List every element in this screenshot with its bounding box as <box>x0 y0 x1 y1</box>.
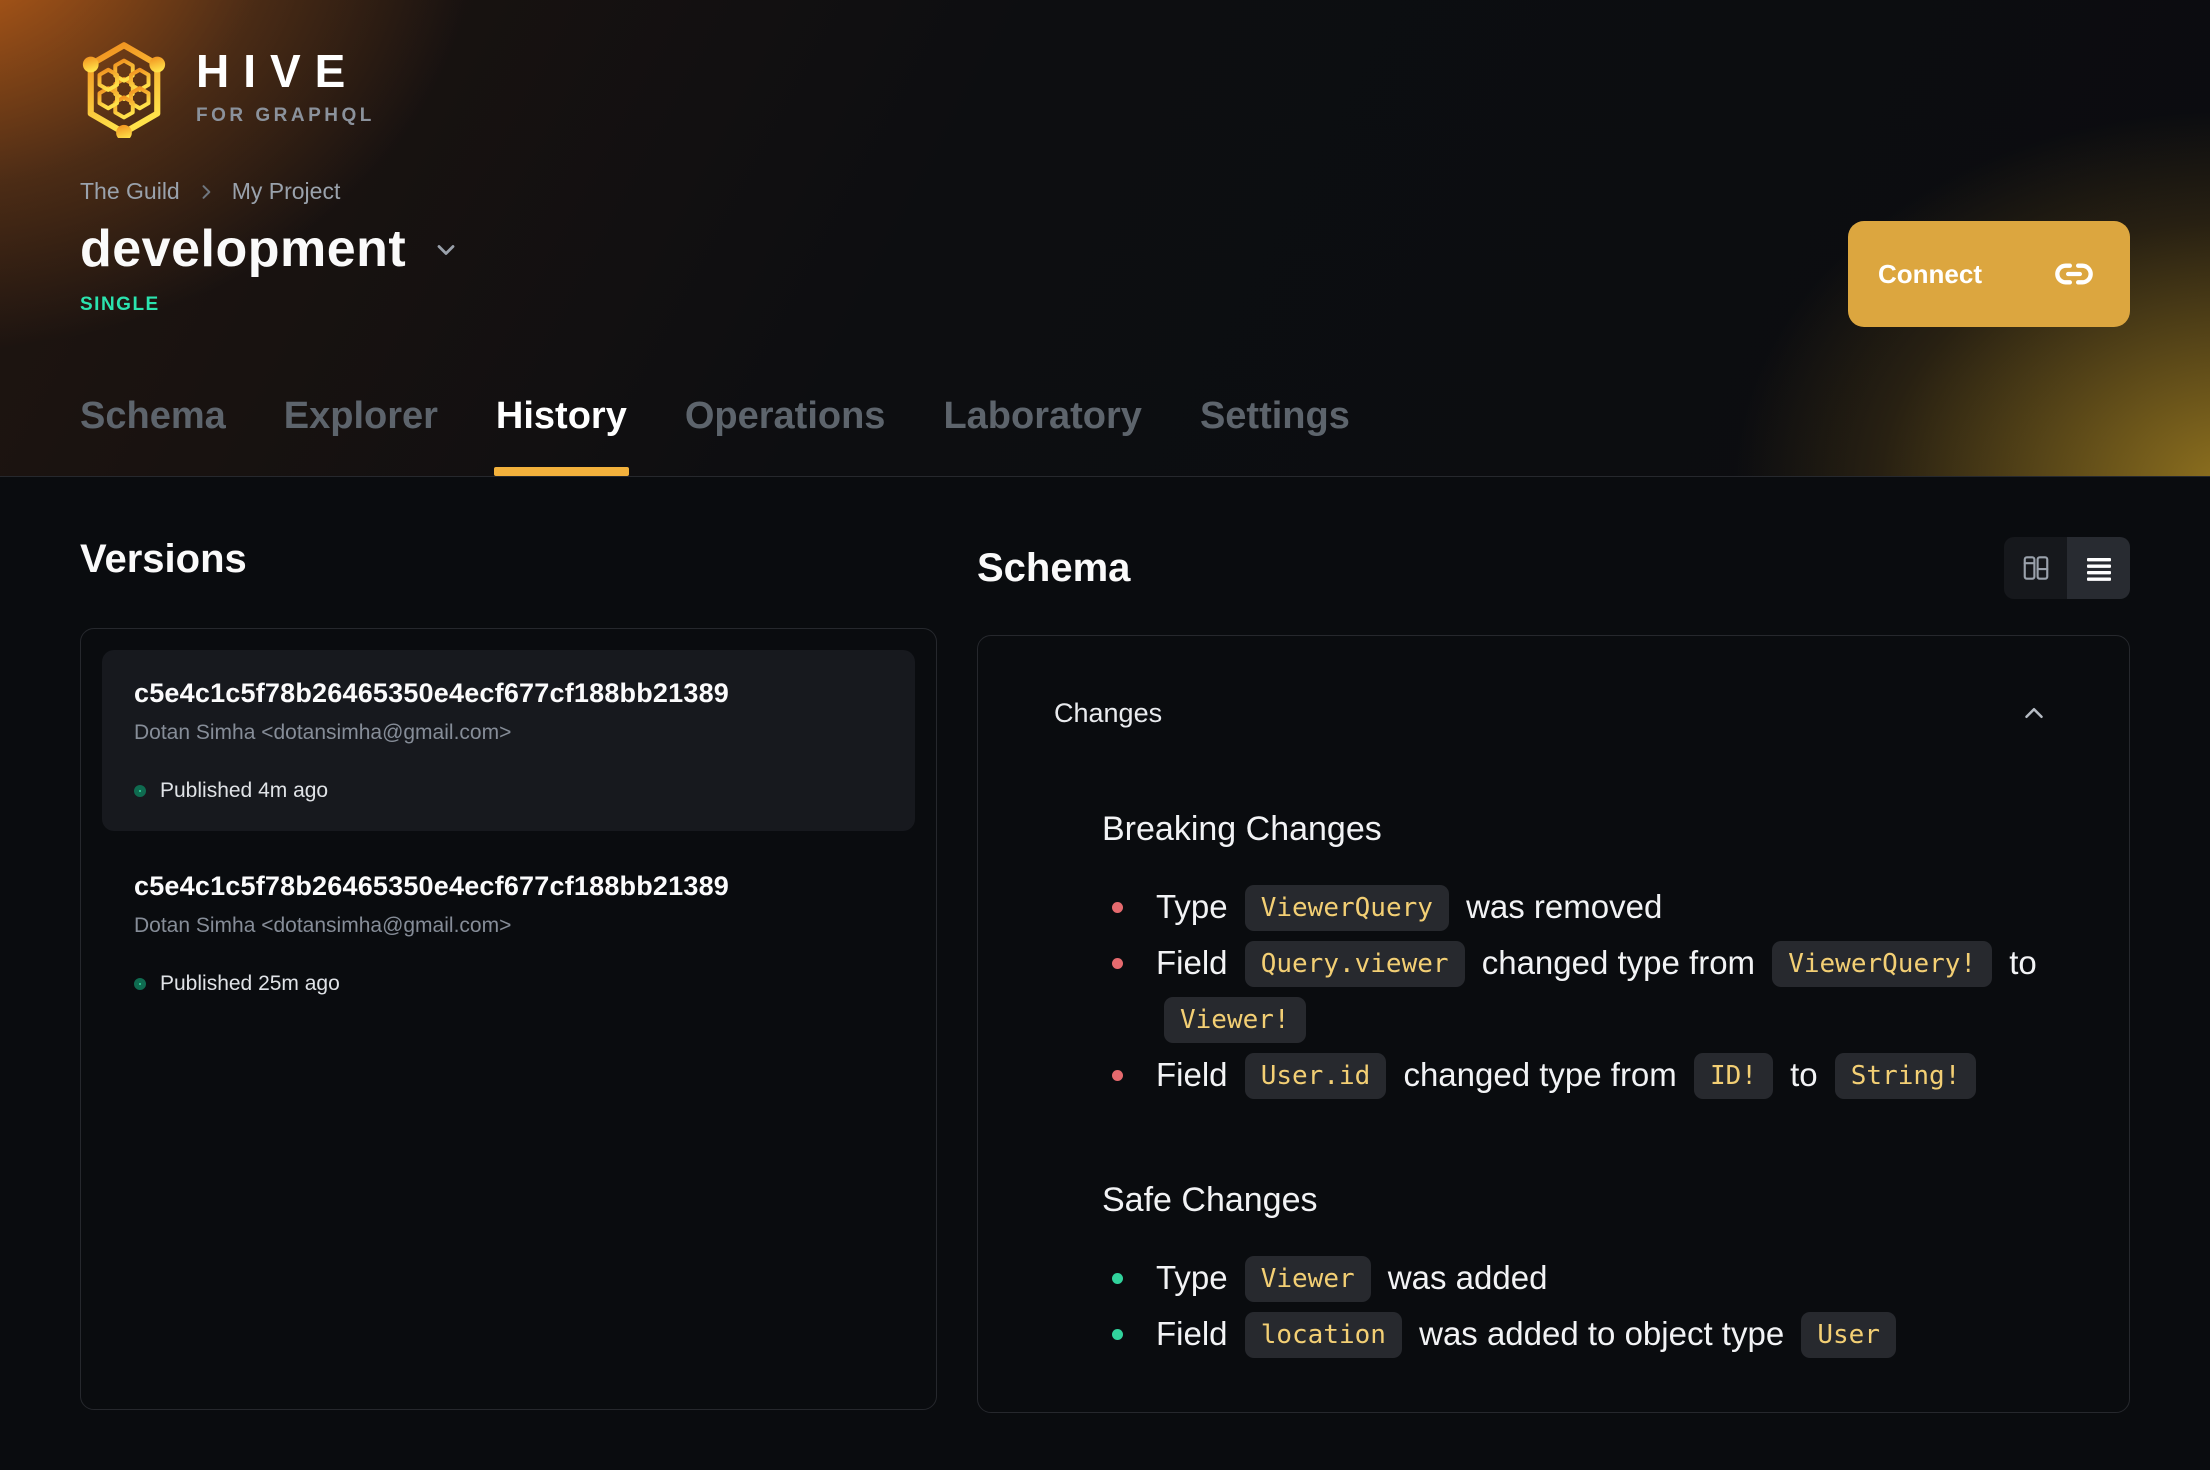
code-chip: ID! <box>1693 1053 1773 1099</box>
code-chip: User.id <box>1244 1053 1387 1099</box>
safe-changes-list: Type Viewer was added Field location was… <box>1102 1250 2053 1362</box>
schema-column: Schema Changes Breaking Changes Type Vie… <box>977 537 2130 1413</box>
tab-settings[interactable]: Settings <box>1200 395 1350 476</box>
version-author: Dotan Simha <dotansimha@gmail.com> <box>134 914 512 937</box>
published-status-dot-icon <box>134 978 146 990</box>
changes-card-header[interactable]: Changes <box>1054 694 2053 732</box>
version-list-item[interactable]: c5e4c1c5f78b26465350e4ecf677cf188bb21389… <box>102 843 915 1024</box>
code-chip: Viewer! <box>1164 997 1306 1043</box>
page-header: HIVE FOR GRAPHQL The Guild My Project de… <box>0 0 2210 477</box>
tab-history[interactable]: History <box>493 395 629 476</box>
breadcrumb-project[interactable]: My Project <box>232 178 341 205</box>
chevron-up-icon <box>2019 698 2049 728</box>
code-chip: ViewerQuery! <box>1772 941 1993 987</box>
diff-view-button[interactable] <box>2004 537 2067 599</box>
brand-wordmark: HIVE FOR GRAPHQL <box>196 48 375 127</box>
version-hash: c5e4c1c5f78b26465350e4ecf677cf188bb21389 <box>134 871 729 901</box>
tab-laboratory[interactable]: Laboratory <box>943 395 1141 476</box>
brand-logo-row: HIVE FOR GRAPHQL <box>80 0 2130 138</box>
version-author: Dotan Simha <dotansimha@gmail.com> <box>134 721 512 744</box>
versions-heading: Versions <box>80 537 247 581</box>
code-chip: String! <box>1834 1053 1977 1099</box>
breaking-changes-list: Type ViewerQuery was removed Field Query… <box>1102 879 2053 1103</box>
version-hash: c5e4c1c5f78b26465350e4ecf677cf188bb21389 <box>134 678 729 708</box>
change-item: Field location was added to object type … <box>1102 1306 2053 1362</box>
code-chip: Query.viewer <box>1244 941 1465 987</box>
version-status-text: Published 25m ago <box>160 972 340 995</box>
schema-header-row: Schema <box>977 537 2130 599</box>
tab-schema[interactable]: Schema <box>80 395 226 476</box>
breadcrumb-chevron-icon <box>196 182 216 202</box>
version-status-row: Published 4m ago <box>134 779 883 803</box>
breaking-changes-title: Breaking Changes <box>1102 810 1382 848</box>
link-icon <box>2054 254 2094 294</box>
columns-icon <box>2021 553 2051 583</box>
change-item: Type ViewerQuery was removed <box>1102 879 2053 935</box>
target-title-row[interactable]: development <box>80 220 2130 278</box>
brand-tagline: FOR GRAPHQL <box>196 105 375 126</box>
version-status-row: Published 25m ago <box>134 972 883 996</box>
changes-card-title: Changes <box>1054 697 1163 728</box>
target-title: development <box>80 220 407 278</box>
code-chip: ViewerQuery <box>1244 885 1449 931</box>
version-status-text: Published 4m ago <box>160 779 329 802</box>
safe-changes-section: Safe Changes Type Viewer was added Field… <box>1102 1181 2053 1362</box>
collapse-button[interactable] <box>2015 694 2053 732</box>
hive-logo-icon[interactable] <box>80 40 168 138</box>
brand-name: HIVE <box>196 45 360 97</box>
code-chip: User <box>1801 1312 1896 1358</box>
published-status-dot-icon <box>134 785 146 797</box>
target-type-badge: SINGLE <box>80 294 160 316</box>
breadcrumb: The Guild My Project <box>80 178 2130 205</box>
list-icon <box>2085 554 2113 582</box>
tab-explorer[interactable]: Explorer <box>284 395 438 476</box>
code-chip: Viewer <box>1244 1256 1371 1302</box>
versions-column: Versions c5e4c1c5f78b26465350e4ecf677cf1… <box>80 537 937 1413</box>
change-item: Type Viewer was added <box>1102 1250 2053 1306</box>
breadcrumb-org[interactable]: The Guild <box>80 178 180 205</box>
main-content: Versions c5e4c1c5f78b26465350e4ecf677cf1… <box>0 477 2210 1413</box>
tab-operations[interactable]: Operations <box>685 395 886 476</box>
connect-button[interactable]: Connect <box>1848 221 2130 327</box>
list-view-button[interactable] <box>2067 537 2130 599</box>
change-item: Field User.id changed type from ID! to S… <box>1102 1047 2053 1103</box>
tab-bar: Schema Explorer History Operations Labor… <box>80 395 1350 476</box>
schema-view-toggle <box>2004 537 2130 599</box>
breaking-changes-section: Breaking Changes Type ViewerQuery was re… <box>1102 810 2053 1103</box>
schema-heading: Schema <box>977 545 1131 590</box>
version-list-item[interactable]: c5e4c1c5f78b26465350e4ecf677cf188bb21389… <box>102 650 915 831</box>
chevron-down-icon <box>432 236 460 264</box>
safe-changes-title: Safe Changes <box>1102 1181 1318 1219</box>
connect-button-label: Connect <box>1878 258 1982 289</box>
change-item: Field Query.viewer changed type from Vie… <box>1102 935 2053 1047</box>
code-chip: location <box>1244 1312 1402 1358</box>
changes-card: Changes Breaking Changes Type ViewerQuer… <box>977 635 2130 1413</box>
versions-panel: c5e4c1c5f78b26465350e4ecf677cf188bb21389… <box>80 628 937 1410</box>
